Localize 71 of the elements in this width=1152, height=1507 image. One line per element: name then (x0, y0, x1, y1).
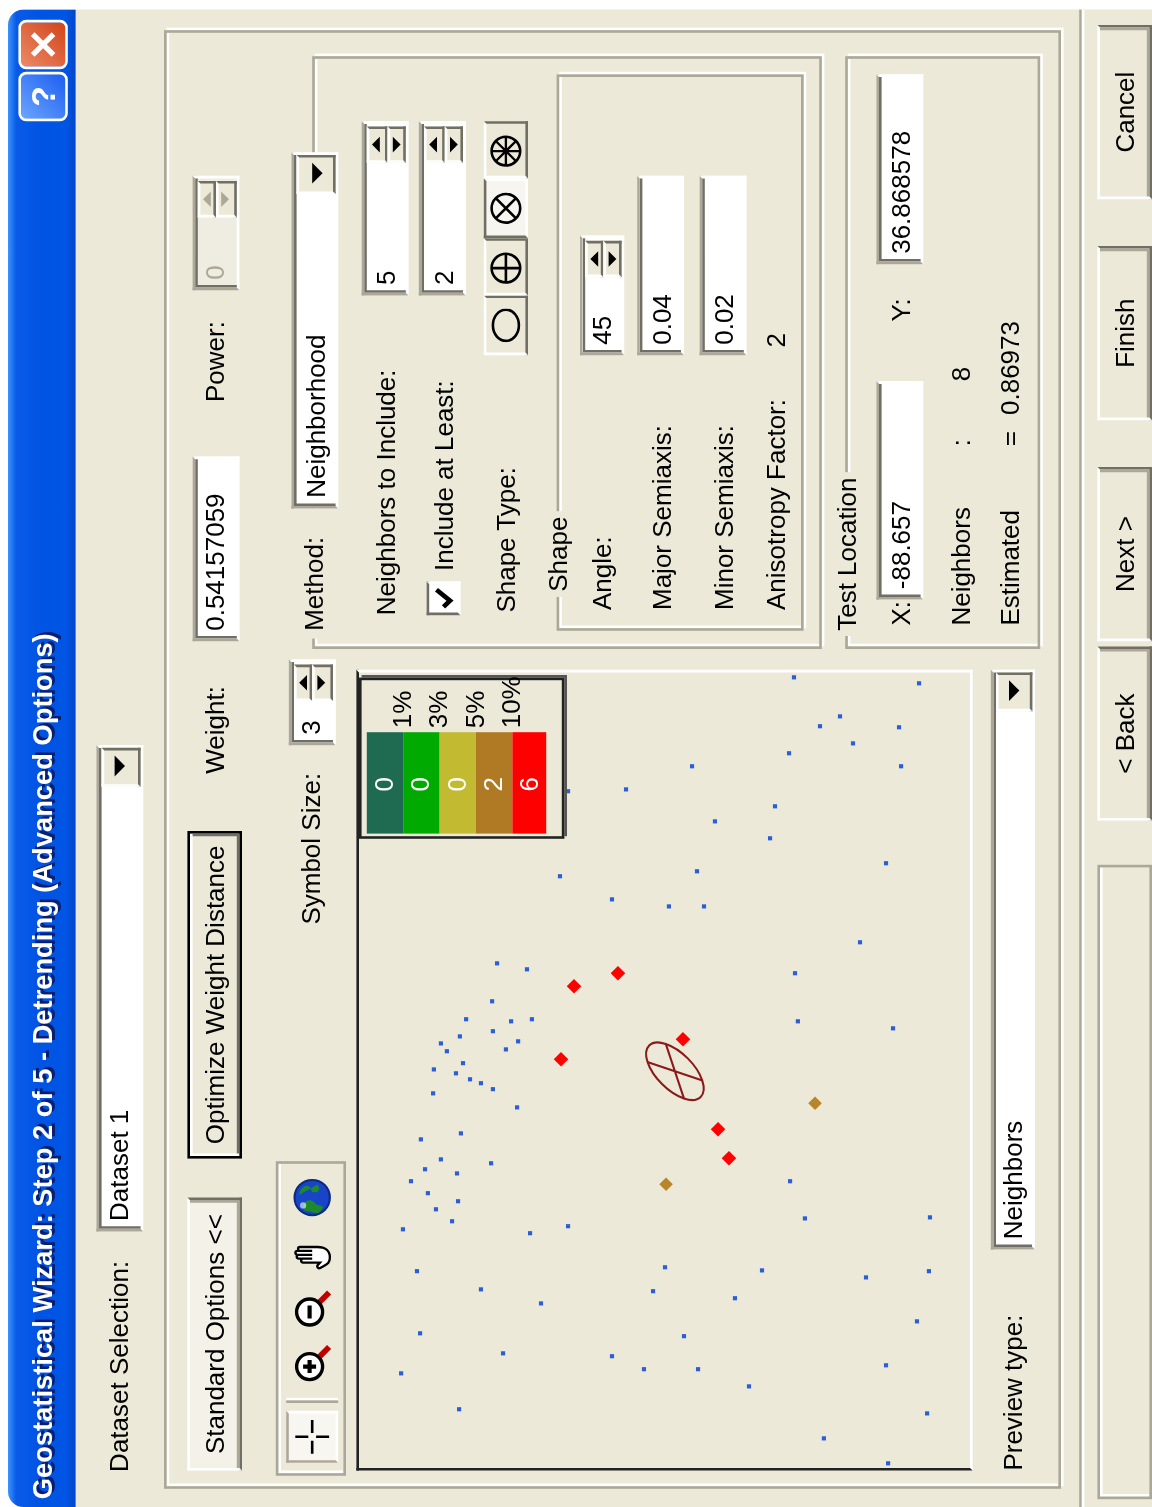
include-label: Include at Least: (427, 379, 457, 571)
tool-button[interactable] (284, 1410, 337, 1463)
neighbors-count: 8 (945, 366, 974, 382)
help-button[interactable]: ? (17, 71, 67, 122)
weight-field[interactable]: 0.54157059 (191, 456, 239, 642)
spin-up-button[interactable] (292, 664, 313, 701)
major-semiaxis-label: Major Semiaxis: (646, 424, 675, 610)
method-dropdown[interactable]: Neighborhood (291, 152, 339, 509)
neighbors-spin-box[interactable]: 5 (361, 121, 409, 296)
legend-label: 3% (422, 689, 454, 729)
estimated-label: Estimated (994, 509, 1024, 626)
neighbors-count-label: Neighbors (945, 506, 974, 626)
spin-down-button[interactable] (603, 240, 622, 278)
legend-bar: 2 (475, 733, 512, 835)
spin-up-button[interactable] (585, 240, 604, 278)
include-spin-box[interactable]: 2 (418, 121, 466, 296)
legend-bar: 0 (439, 733, 476, 835)
circle-spokes-icon (489, 133, 523, 168)
spin-down-button[interactable] (312, 664, 332, 701)
legend-label: 5% (458, 689, 490, 729)
window-title: Geostatistical Wizard: Step 2 of 5 - Detrending (Advanced Options) (26, 633, 58, 1500)
preview-type-dropdown[interactable]: Neighbors (990, 669, 1035, 1250)
y-label: Y: (885, 297, 915, 322)
estimated-value: 0.86973 (994, 321, 1024, 415)
angle-spin-box[interactable]: 45 (580, 235, 625, 356)
y-field[interactable]: 36.868578 (876, 74, 924, 265)
x-label: X: (885, 600, 915, 626)
legend-bar: 0 (402, 733, 440, 835)
dataset-dropdown[interactable]: Dataset 1 (96, 745, 142, 1232)
circle-x-icon (489, 192, 523, 226)
close-button[interactable] (17, 19, 67, 70)
circle-cross-icon (489, 250, 523, 285)
symbol-size-label: Symbol Size: (296, 771, 326, 925)
minor-semiaxis-label: Minor Semiaxis: (708, 424, 738, 610)
method-label: Method: (291, 508, 339, 639)
separator-text: : (945, 437, 974, 447)
shape-button[interactable] (483, 179, 528, 239)
preview-type-label: Preview type: (998, 1313, 1028, 1471)
minor-semiaxis-field[interactable]: 0.02 (699, 175, 747, 356)
standard-options-button[interactable]: Standard Options << (187, 1197, 242, 1471)
spin-down-button[interactable] (386, 126, 406, 163)
shape-type-label: Shape Type: (491, 466, 521, 613)
symbol-size-spin-box[interactable]: 3 (287, 659, 335, 746)
wizard-button[interactable]: Finish (1097, 246, 1152, 421)
major-semiaxis-field[interactable]: 0.04 (637, 175, 684, 356)
optimize-button[interactable]: Optimize Weight Distance (187, 831, 242, 1159)
wizard-button[interactable]: Cancel (1097, 25, 1152, 200)
x-field[interactable]: -88.657 (876, 381, 924, 600)
dataset-label: Dataset Selection: (104, 1259, 134, 1472)
dropdown-button[interactable] (996, 672, 1033, 712)
wizard-button[interactable]: Next > (1097, 467, 1152, 642)
wizard-button[interactable]: < Back (1097, 646, 1152, 821)
dropdown-button[interactable] (101, 747, 140, 787)
neighbors-label: Neighbors to Include: (370, 368, 400, 616)
spin-down-button[interactable] (443, 126, 463, 163)
checkbox[interactable] (425, 581, 460, 616)
ellipse-icon (489, 309, 523, 343)
power-label: Power: (200, 320, 229, 402)
separator-text: = (994, 430, 1024, 447)
anisotropy-value: 2 (762, 332, 791, 348)
spin-up-button[interactable] (424, 126, 444, 163)
legend-label: 10% (494, 676, 526, 729)
legend-bar: 0 (366, 733, 403, 835)
anisotropy-label: Anisotropy Factor: (762, 398, 791, 610)
spin-up-button[interactable] (366, 126, 387, 163)
globe-icon (290, 1176, 332, 1218)
legend-label: 1% (386, 689, 418, 729)
dropdown-button[interactable] (296, 154, 336, 194)
legend-bar: 6 (511, 733, 548, 835)
angle-label: Angle: (587, 535, 617, 610)
weight-label: Weight: (200, 685, 229, 774)
